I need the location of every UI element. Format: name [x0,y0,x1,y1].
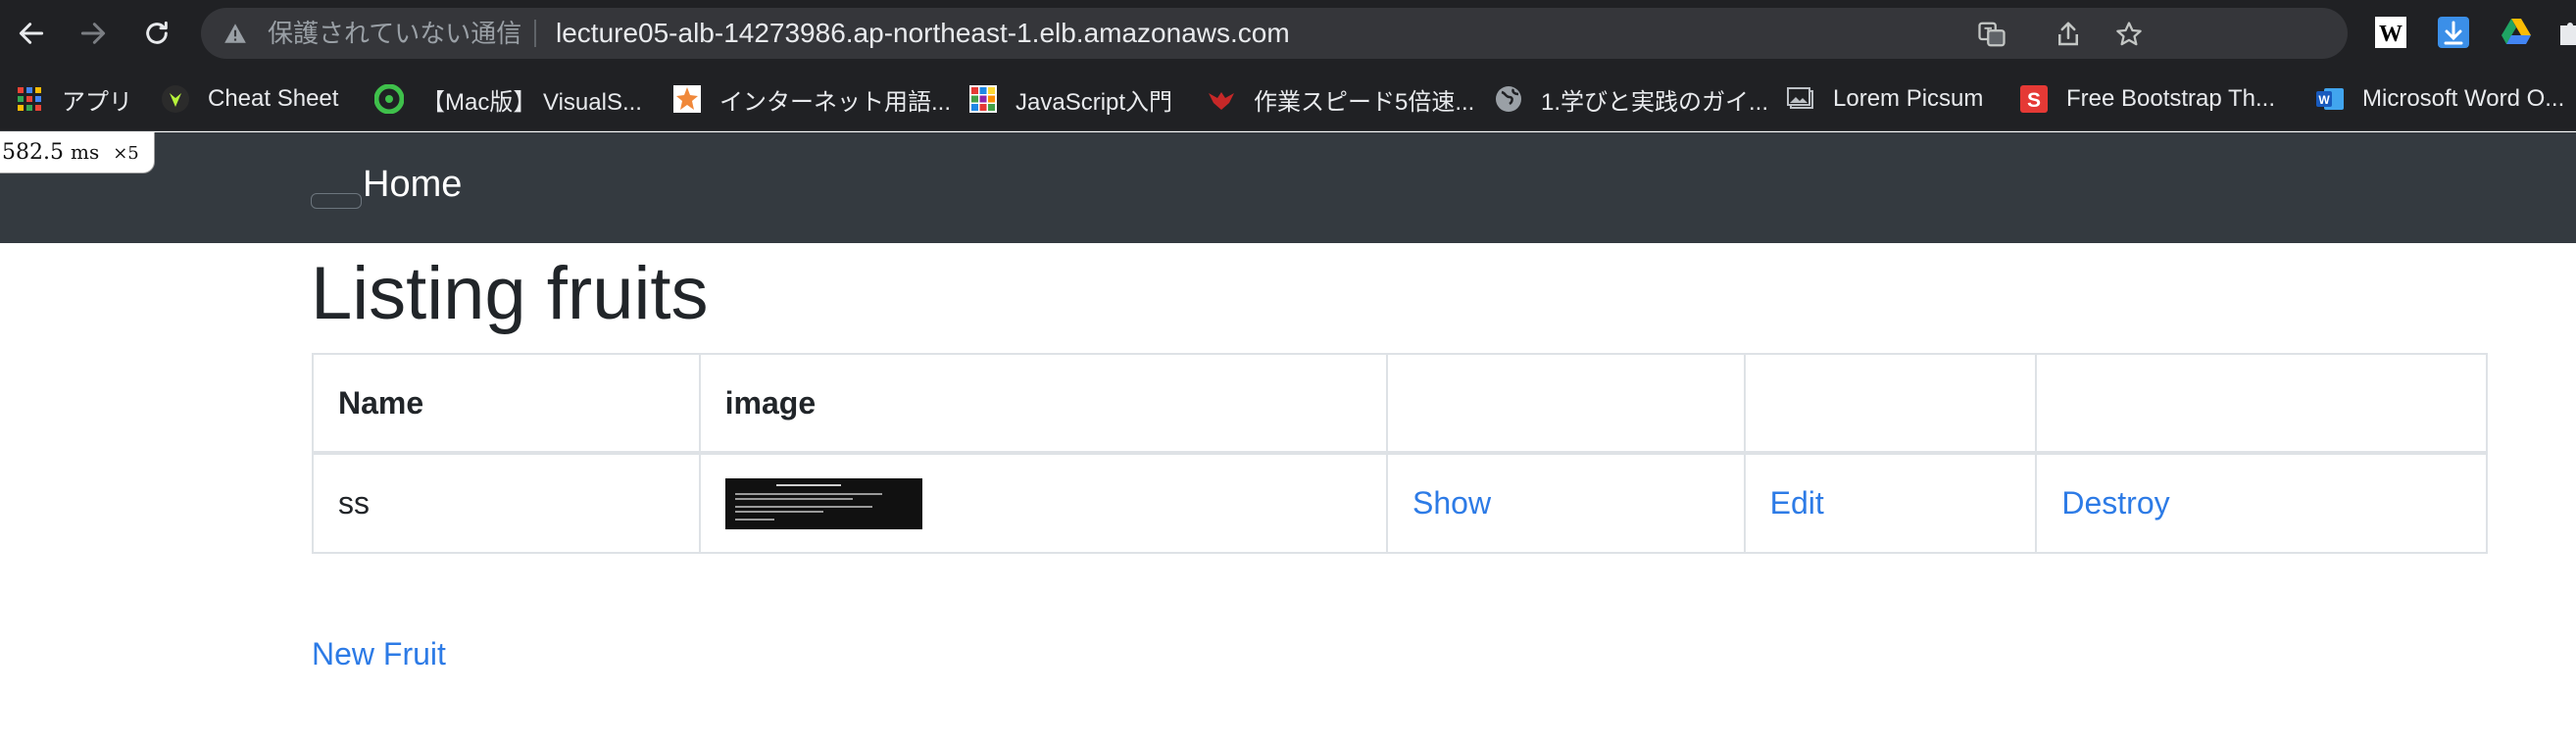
green-circle-icon [374,84,404,114]
bookmark-label: インターネット用語... [719,88,952,116]
google-drive-icon[interactable] [2500,16,2533,49]
reload-button[interactable] [137,14,176,53]
fruit-image-cell [698,452,1389,554]
bookmark-label: Free Bootstrap Th... [2066,85,2275,112]
cheat-sheet-icon [161,84,190,114]
bookmarks-bar: アプリ Cheat Sheet 【Mac版】 VisualS... インターネッ… [0,67,2576,131]
destroy-link[interactable]: Destroy [2061,485,2169,521]
bookmark-label: 【Mac版】 VisualS... [421,88,642,116]
nav-home-link[interactable]: Home [363,162,462,207]
bookmark-label: Lorem Picsum [1833,85,1984,112]
image-icon [1786,84,1815,114]
arrow-right-icon [80,23,106,44]
timing-value: 582.5 [2,140,64,165]
edit-cell: Edit [1743,452,2038,554]
apps-grid-icon [15,84,44,114]
column-header-edit [1743,353,2038,455]
new-fruit-link[interactable]: New Fruit [312,634,446,673]
word-icon: W [2315,84,2345,114]
table-row: ss Show Edit Destroy [312,452,2488,554]
reload-icon [146,21,168,44]
bookmark-internet-terms[interactable]: インターネット用語... [672,67,951,131]
fruit-image-thumbnail [724,477,922,529]
fruits-table: Name image ss Show Edit Destroy [312,353,2488,554]
bookmark-star-icon[interactable] [2114,20,2144,49]
page-title: Listing fruits [311,252,709,335]
bookmark-label: アプリ [62,88,132,116]
omnibox-divider [534,20,536,47]
svg-text:W: W [2318,93,2330,107]
translate-icon[interactable] [1977,20,2006,49]
extension-w-icon[interactable]: W [2374,16,2407,49]
bookmark-speed[interactable]: 作業スピード5倍速... [1207,67,1474,131]
bookmark-label: Cheat Sheet [208,85,339,112]
column-header-show [1386,353,1746,455]
browser-toolbar: 保護されていない通信 lecture05-alb-14273986.ap-nor… [0,0,2576,67]
bookmark-label: JavaScript入門 [1016,88,1173,116]
table-header-row: Name image [312,353,2488,455]
destroy-cell: Destroy [2035,452,2488,554]
globe-icon [1494,84,1523,114]
extensions-puzzle-icon[interactable] [2554,16,2576,49]
address-bar[interactable]: 保護されていない通信 lecture05-alb-14273986.ap-nor… [201,8,2348,59]
back-button[interactable] [12,14,51,53]
bookmark-lorem-picsum[interactable]: Lorem Picsum [1786,67,1983,131]
show-link[interactable]: Show [1412,485,1491,521]
s-logo-icon: S [2019,84,2049,114]
bookmark-learning-guide[interactable]: 1.学びと実践のガイ... [1494,67,1768,131]
svg-text:S: S [2027,89,2041,112]
edit-link[interactable]: Edit [1770,485,1824,521]
bookmark-visual-studio[interactable]: 【Mac版】 VisualS... [374,67,642,131]
forward-button[interactable] [74,14,113,53]
warning-icon [224,24,246,43]
fruit-name-cell: ss [312,452,701,554]
share-icon[interactable] [2054,20,2083,49]
timing-overlay: 582.5 ms ×5 [0,132,155,174]
bookmark-microsoft-word[interactable]: W Microsoft Word O... [2315,67,2564,131]
bookmark-free-bootstrap[interactable]: S Free Bootstrap Th... [2019,67,2275,131]
navbar: Home [0,132,2576,243]
bookmark-javascript[interactable]: JavaScript入門 [968,67,1172,131]
url-text[interactable]: lecture05-alb-14273986.ap-northeast-1.el… [556,8,1290,59]
bookmark-label: Microsoft Word O... [2362,85,2565,112]
timing-unit: ms [70,140,100,164]
svg-text:W: W [2379,22,2403,47]
show-cell: Show [1386,452,1746,554]
red-bird-icon [1207,84,1236,114]
orange-star-icon [672,84,702,114]
column-header-destroy [2035,353,2488,455]
color-grid-icon [968,84,998,114]
security-label: 保護されていない通信 [268,19,522,48]
extension-download-icon[interactable] [2437,16,2470,49]
timing-multiplier: ×5 [113,143,139,164]
bookmark-cheat-sheet[interactable]: Cheat Sheet [161,67,338,131]
arrow-left-icon [19,23,44,44]
bookmark-label: 1.学びと実践のガイ... [1541,88,1769,116]
column-header-image: image [698,353,1389,455]
bookmark-label: 作業スピード5倍速... [1254,88,1475,116]
column-header-name: Name [312,353,701,455]
page-content: Home 582.5 ms ×5 Listing fruits Name imag… [0,132,2576,745]
navbar-toggler-button[interactable] [311,193,362,209]
bookmark-apps[interactable]: アプリ [15,67,132,131]
